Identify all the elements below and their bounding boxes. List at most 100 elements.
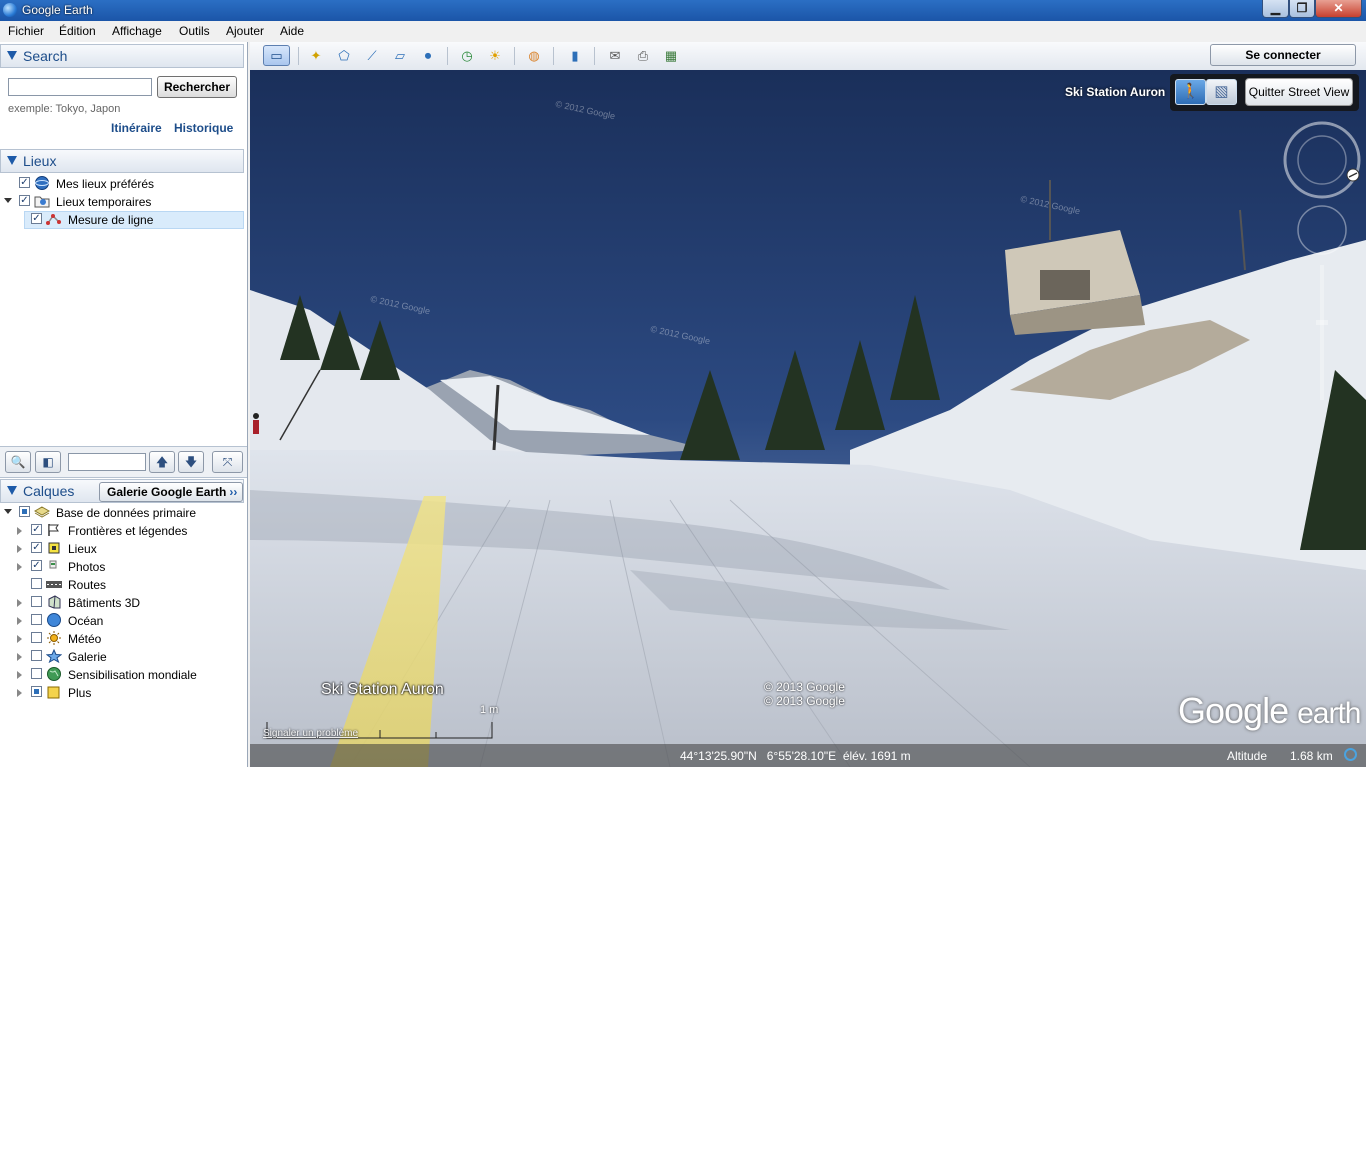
- person-icon: 🚶: [1181, 83, 1200, 100]
- layer-weather[interactable]: Météo: [0, 630, 244, 648]
- toggle-sidebar-button[interactable]: ▭: [263, 45, 290, 66]
- road-icon: [46, 577, 62, 591]
- menu-ajouter[interactable]: Ajouter: [226, 24, 264, 38]
- ruler-button[interactable]: ▮: [563, 45, 587, 66]
- checkbox[interactable]: [31, 632, 42, 643]
- toolbar-separator: [447, 47, 448, 65]
- checkbox[interactable]: ✓: [19, 195, 30, 206]
- search-input[interactable]: [8, 78, 152, 96]
- places-panel-header[interactable]: Lieux: [0, 149, 244, 173]
- panel-icon: ◧: [42, 455, 54, 469]
- layer-borders[interactable]: ✓ Frontières et légendes: [0, 522, 244, 540]
- checkbox[interactable]: [31, 668, 42, 679]
- menu-edition[interactable]: Édition: [59, 24, 96, 38]
- street-view-3d-viewer[interactable]: © 2012 Google © 2012 Google © 2012 Googl…: [250, 70, 1366, 767]
- layer-photos[interactable]: ✓ Photos: [0, 558, 244, 576]
- sunlight-button[interactable]: ☀: [483, 45, 507, 66]
- history-link[interactable]: Historique: [174, 121, 233, 135]
- toggle-panel-button[interactable]: ◧: [35, 451, 61, 473]
- expand-closed-icon[interactable]: [17, 563, 22, 571]
- expand-closed-icon[interactable]: [17, 599, 22, 607]
- checkbox[interactable]: [31, 578, 42, 589]
- layer-roads[interactable]: Routes: [0, 576, 244, 594]
- checkbox[interactable]: [31, 686, 42, 697]
- layer-ocean[interactable]: Océan: [0, 612, 244, 630]
- email-button[interactable]: ✉: [603, 45, 627, 66]
- add-placemark-button[interactable]: ✦: [304, 45, 328, 66]
- add-image-overlay-button[interactable]: ▱: [388, 45, 412, 66]
- checkbox[interactable]: ✓: [31, 542, 42, 553]
- expand-closed-icon[interactable]: [17, 617, 22, 625]
- search-panel-header[interactable]: Search: [0, 44, 244, 68]
- expand-closed-icon[interactable]: [17, 653, 22, 661]
- add-path-button[interactable]: ⟋: [360, 45, 384, 66]
- expand-closed-icon[interactable]: [17, 689, 22, 697]
- checkbox[interactable]: [31, 650, 42, 661]
- north-reset-icon[interactable]: [1346, 168, 1360, 182]
- sun-icon: [46, 631, 62, 645]
- look-joystick[interactable]: [1283, 121, 1361, 199]
- expand-open-icon[interactable]: [4, 198, 12, 203]
- places-toolbar: 🔍 ◧ 🡅 🡇 ⤧: [0, 446, 247, 478]
- earth-gallery-button[interactable]: Galerie Google Earth ››: [99, 482, 243, 502]
- star-icon: [45, 648, 63, 664]
- report-problem-link[interactable]: Signaler un problème: [263, 728, 358, 739]
- search-places-button[interactable]: 🔍: [5, 451, 31, 473]
- record-tour-button[interactable]: ⏺: [416, 45, 440, 66]
- expand-closed-icon[interactable]: [17, 527, 22, 535]
- sign-in-button[interactable]: Se connecter: [1210, 44, 1356, 66]
- checkbox[interactable]: [31, 596, 42, 607]
- places-item-temporary[interactable]: ✓ Lieux temporaires: [0, 193, 244, 211]
- expand-closed-icon[interactable]: [17, 545, 22, 553]
- layer-primary-database[interactable]: Base de données primaire: [0, 504, 244, 522]
- ocean-globe-icon: [46, 613, 62, 627]
- close-button[interactable]: ✕: [1315, 0, 1362, 18]
- move-up-button[interactable]: 🡅: [149, 451, 175, 473]
- expand-open-icon[interactable]: [4, 509, 12, 514]
- minimize-button[interactable]: ▁: [1262, 0, 1289, 18]
- layer-3d-buildings[interactable]: Bâtiments 3D: [0, 594, 244, 612]
- checkbox[interactable]: ✓: [19, 177, 30, 188]
- layer-global-awareness[interactable]: Sensibilisation mondiale: [0, 666, 244, 684]
- switch-planet-button[interactable]: ◍: [522, 45, 546, 66]
- checkbox[interactable]: ✓: [31, 524, 42, 535]
- maximize-button[interactable]: ❐: [1289, 0, 1315, 18]
- menu-fichier[interactable]: Fichier: [8, 24, 44, 38]
- building-view-button[interactable]: ▧: [1206, 79, 1237, 105]
- toolbar-separator: [298, 47, 299, 65]
- historical-imagery-button[interactable]: ◷: [455, 45, 479, 66]
- ground-level-view-button[interactable]: 🚶: [1175, 79, 1206, 105]
- places-item-favorites[interactable]: ✓ Mes lieux préférés: [0, 175, 244, 193]
- search-button[interactable]: Rechercher: [157, 76, 237, 98]
- menu-affichage[interactable]: Affichage: [112, 24, 162, 38]
- menu-outils[interactable]: Outils: [179, 24, 210, 38]
- layer-places[interactable]: ✓ Lieux: [0, 540, 244, 558]
- add-polygon-button[interactable]: ⬠: [332, 45, 356, 66]
- places-item-line-measure[interactable]: ✓ Mesure de ligne: [0, 211, 244, 229]
- checkbox[interactable]: ✓: [31, 213, 42, 224]
- collapse-triangle-icon: [7, 486, 17, 495]
- expand-closed-icon[interactable]: [17, 671, 22, 679]
- places-filter-input[interactable]: [68, 453, 146, 471]
- move-down-button[interactable]: 🡇: [178, 451, 204, 473]
- layer-more[interactable]: Plus: [0, 684, 244, 702]
- toolbar-separator: [514, 47, 515, 65]
- layers-panel-header[interactable]: Calques Galerie Google Earth ››: [0, 479, 244, 503]
- play-tour-button[interactable]: ⤧: [212, 451, 243, 473]
- directions-link[interactable]: Itinéraire: [111, 121, 162, 135]
- title-bar: Google Earth ▁ ❐ ✕: [0, 0, 1366, 21]
- print-button[interactable]: ⎙: [631, 45, 655, 66]
- checkbox[interactable]: [31, 614, 42, 625]
- checkbox[interactable]: ✓: [31, 560, 42, 571]
- checkbox[interactable]: [19, 506, 30, 517]
- zoom-slider[interactable]: [1316, 265, 1328, 400]
- menu-aide[interactable]: Aide: [280, 24, 304, 38]
- move-joystick[interactable]: [1297, 205, 1347, 255]
- exit-street-view-button[interactable]: Quitter Street View: [1245, 78, 1353, 106]
- layer-gallery[interactable]: Galerie: [0, 648, 244, 666]
- street-view-controls: 🚶 ▧ Quitter Street View: [1170, 74, 1359, 111]
- view-in-maps-button[interactable]: ▦: [659, 45, 683, 66]
- print-icon: ⎙: [637, 48, 649, 63]
- google-earth-logo: Google earth: [1178, 690, 1362, 732]
- expand-closed-icon[interactable]: [17, 635, 22, 643]
